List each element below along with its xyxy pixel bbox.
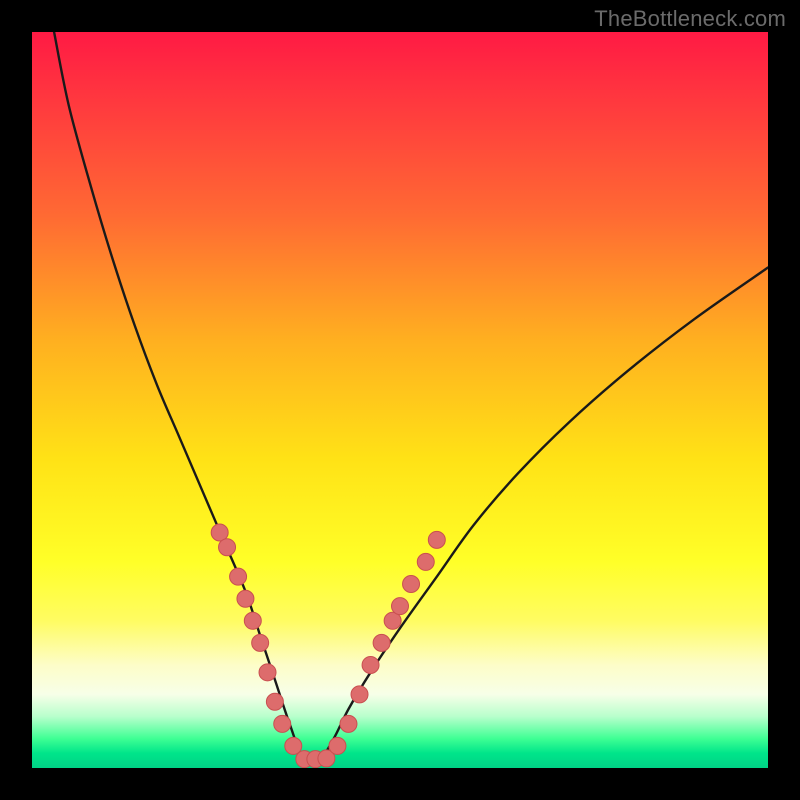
marker-dot bbox=[259, 664, 276, 681]
marker-dot bbox=[340, 715, 357, 732]
marker-dot bbox=[252, 634, 269, 651]
marker-dot bbox=[230, 568, 247, 585]
marker-dot bbox=[428, 531, 445, 548]
marker-dot bbox=[274, 715, 291, 732]
marker-dot bbox=[362, 656, 379, 673]
marker-group bbox=[211, 524, 445, 768]
marker-dot bbox=[351, 686, 368, 703]
marker-dot bbox=[373, 634, 390, 651]
plot-area bbox=[32, 32, 768, 768]
marker-dot bbox=[237, 590, 254, 607]
chart-svg bbox=[32, 32, 768, 768]
bottleneck-curve bbox=[54, 32, 768, 764]
marker-dot bbox=[266, 693, 283, 710]
marker-dot bbox=[392, 598, 409, 615]
marker-dot bbox=[329, 737, 346, 754]
watermark-text: TheBottleneck.com bbox=[594, 6, 786, 32]
marker-dot bbox=[219, 539, 236, 556]
marker-dot bbox=[403, 576, 420, 593]
marker-dot bbox=[417, 553, 434, 570]
outer-frame: TheBottleneck.com bbox=[0, 0, 800, 800]
marker-dot bbox=[244, 612, 261, 629]
